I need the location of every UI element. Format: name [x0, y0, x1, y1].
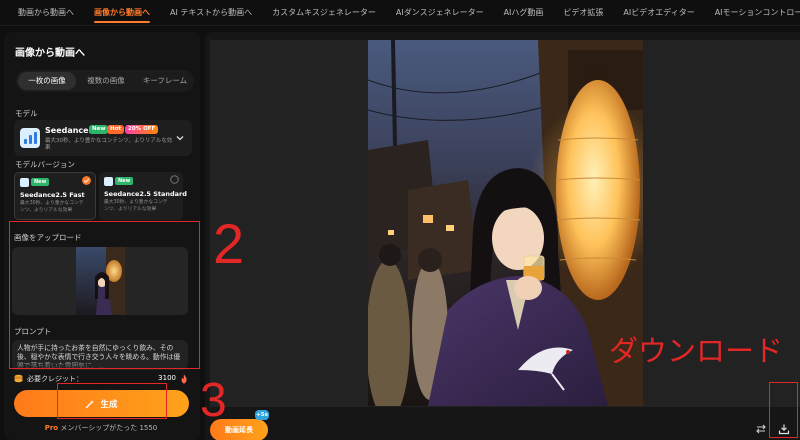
version-logo-icon: [20, 178, 29, 187]
tab-hug-video[interactable]: AIハグ動画: [494, 0, 554, 25]
panel-title: 画像から動画へ: [15, 48, 85, 59]
new-badge: New: [89, 125, 109, 134]
mode-selector: 一枚の画像 複数の画像 キーフレーム: [16, 70, 194, 92]
version-description: 最大30秒、より豊かなコンテンツ、よりリアルな効果: [20, 201, 84, 213]
annotation-box-generate: [57, 383, 167, 419]
model-description: 最大30秒、より豊かなコンテンツ、よりリアルな効果: [45, 138, 173, 151]
membership-note[interactable]: Pro メンバーシップがたった 1550: [0, 423, 202, 433]
version-description: 最大30秒、より豊かなコンテンツ、よりリアルな効果: [104, 200, 168, 212]
checkmark-icon: [82, 176, 91, 185]
annotation-label-download: ダウンロード: [609, 336, 784, 368]
annotation-box-download: [769, 382, 798, 438]
version-new-badge: New: [115, 177, 134, 185]
generated-video-frame[interactable]: [368, 40, 643, 406]
pro-label: Pro: [44, 424, 59, 432]
tab-video-editor[interactable]: AIビデオエディター: [613, 0, 704, 25]
tab-video-extend[interactable]: ビデオ拡張: [553, 0, 613, 25]
annotation-number-3: 3: [200, 374, 227, 427]
extend-duration-badge: +5s: [255, 410, 269, 420]
tab-video-to-video[interactable]: 動画から動画へ: [8, 0, 84, 25]
radio-unchecked-icon: [170, 175, 179, 184]
tab-kiss-generator[interactable]: カスタムキスジェネレーター: [262, 0, 386, 25]
model-section-label: モデル: [15, 109, 38, 118]
mode-single-image[interactable]: 一枚の画像: [18, 72, 76, 90]
tab-dance-generator[interactable]: AIダンスジェネレーター: [386, 0, 494, 25]
version-name: Seedance2.5 Standard: [104, 190, 187, 198]
tab-image-to-video[interactable]: 画像から動画へ: [84, 0, 160, 25]
mode-multiple-images[interactable]: 複数の画像: [78, 72, 134, 90]
tab-text-to-video[interactable]: AI テキストから動画へ: [160, 0, 262, 25]
version-card-fast[interactable]: New Seedance2.5 Fast 最大30秒、より豊かなコンテンツ、より…: [14, 172, 96, 220]
annotation-number-2: 2: [213, 212, 245, 275]
model-logo-icon: [20, 128, 40, 148]
version-section-label: モデルバージョン: [15, 160, 75, 169]
membership-text: メンバーシップがたった 1550: [60, 424, 158, 432]
hot-badge: Hot: [107, 125, 125, 134]
swap-icon[interactable]: [755, 423, 767, 435]
version-card-standard[interactable]: New Seedance2.5 Standard 最大30秒、より豊かなコンテン…: [99, 172, 187, 220]
version-new-badge: New: [31, 178, 50, 186]
annotation-box-upload-prompt: [9, 221, 200, 369]
fire-icon: [181, 374, 187, 384]
mode-keyframe[interactable]: キーフレーム: [136, 72, 194, 90]
top-nav: 動画から動画へ 画像から動画へ AI テキストから動画へ カスタムキスジェネレー…: [0, 0, 800, 26]
model-selector[interactable]: Seedance2.5 New Hot 20% OFF 最大30秒、より豊かなコ…: [14, 120, 192, 156]
version-name: Seedance2.5 Fast: [20, 191, 85, 199]
app-root: 動画から動画へ 画像から動画へ AI テキストから動画へ カスタムキスジェネレー…: [0, 0, 800, 440]
credits-value: 3100: [158, 374, 176, 382]
discount-badge: 20% OFF: [125, 125, 159, 134]
chevron-down-icon: [176, 136, 184, 141]
tab-motion-control[interactable]: AIモーションコントロール: [705, 0, 800, 25]
version-logo-icon: [104, 177, 113, 186]
coin-stack-icon: [14, 374, 23, 383]
